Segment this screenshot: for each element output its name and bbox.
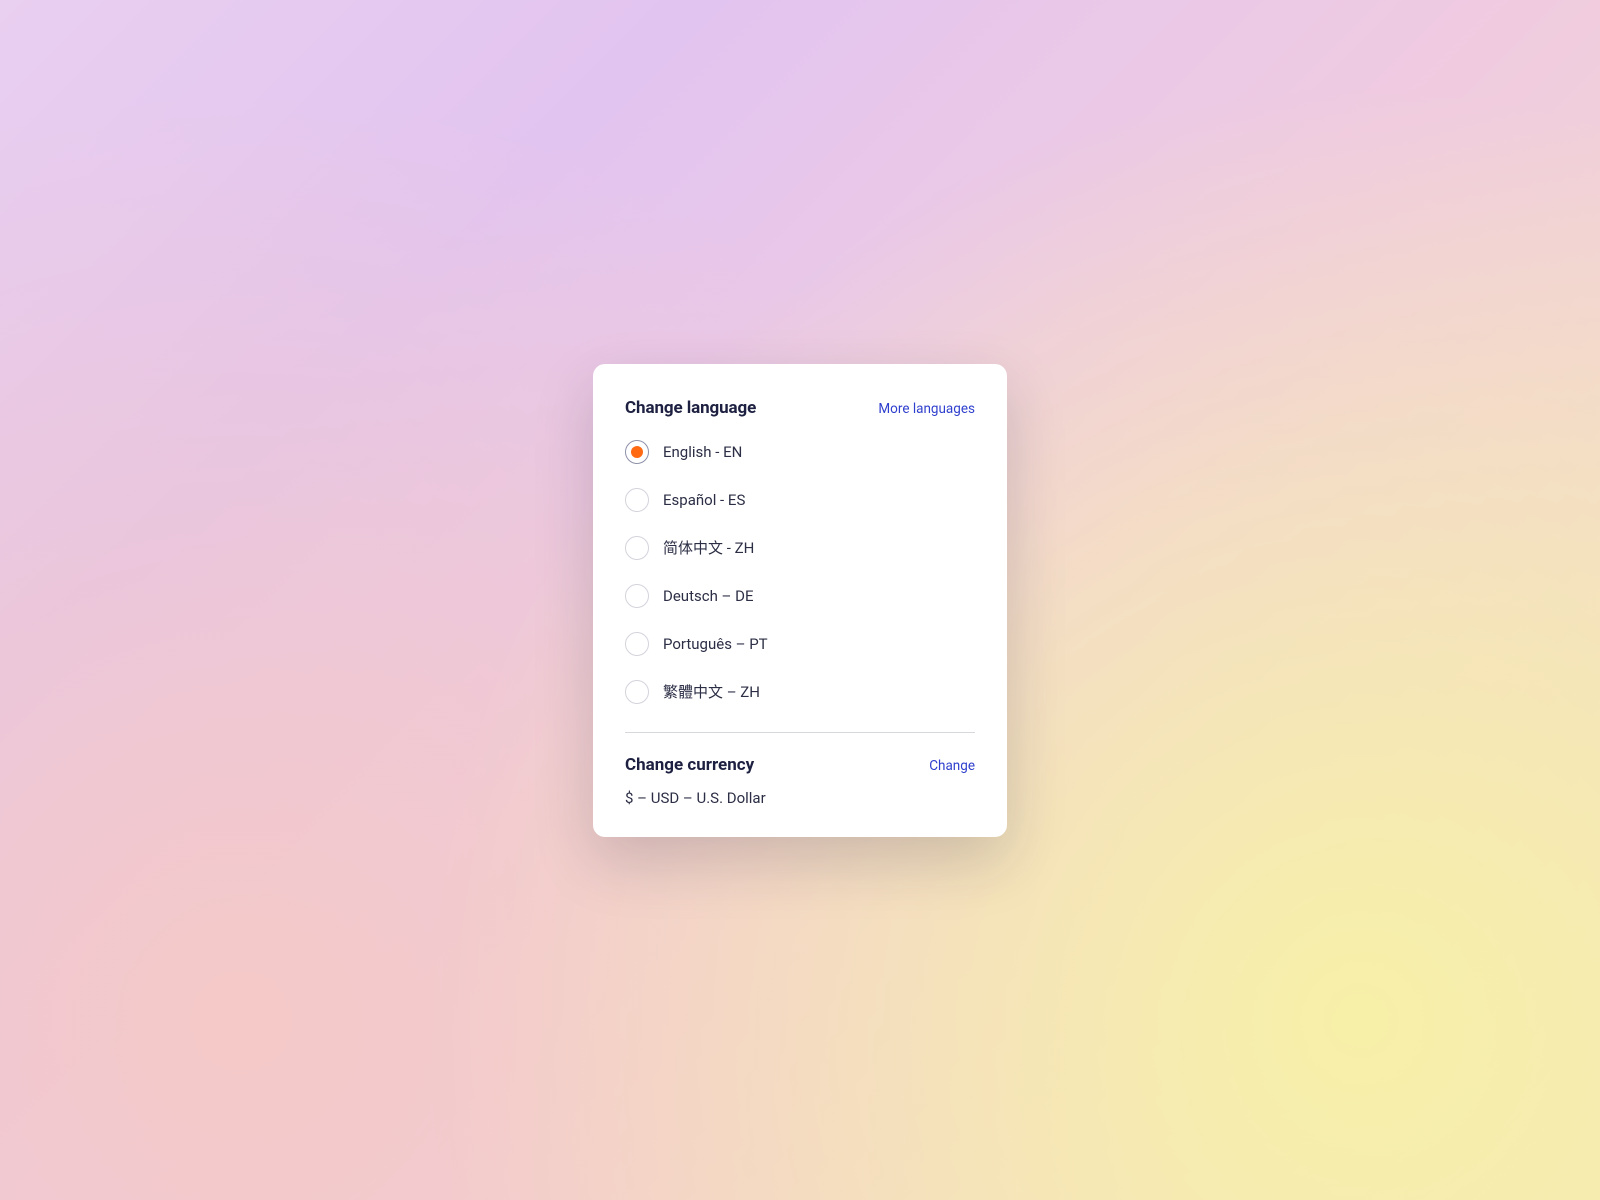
language-options: English - EN Español - ES 简体中文 - ZH Deut…: [625, 440, 975, 704]
language-title: Change language: [625, 398, 756, 418]
language-option-espanol[interactable]: Español - ES: [625, 488, 975, 512]
language-header: Change language More languages: [625, 398, 975, 418]
currency-header: Change currency Change: [625, 755, 975, 775]
radio-icon: [625, 584, 649, 608]
language-option-zh-simplified[interactable]: 简体中文 - ZH: [625, 536, 975, 560]
language-option-label: Deutsch – DE: [663, 587, 753, 605]
language-option-label: 简体中文 - ZH: [663, 537, 754, 558]
radio-icon: [625, 488, 649, 512]
currency-title: Change currency: [625, 755, 754, 775]
language-option-zh-traditional[interactable]: 繁體中文 – ZH: [625, 680, 975, 704]
more-languages-link[interactable]: More languages: [878, 401, 975, 417]
language-option-label: Español - ES: [663, 491, 745, 509]
change-currency-link[interactable]: Change: [929, 758, 975, 774]
divider: [625, 732, 975, 733]
radio-icon: [625, 680, 649, 704]
currency-value: $ – USD – U.S. Dollar: [625, 789, 975, 807]
language-option-english[interactable]: English - EN: [625, 440, 975, 464]
settings-card: Change language More languages English -…: [593, 364, 1007, 837]
language-option-label: Português – PT: [663, 635, 768, 653]
radio-icon: [625, 632, 649, 656]
language-option-deutsch[interactable]: Deutsch – DE: [625, 584, 975, 608]
radio-icon: [625, 440, 649, 464]
language-option-portugues[interactable]: Português – PT: [625, 632, 975, 656]
language-option-label: English - EN: [663, 443, 742, 461]
radio-icon: [625, 536, 649, 560]
language-option-label: 繁體中文 – ZH: [663, 681, 760, 702]
